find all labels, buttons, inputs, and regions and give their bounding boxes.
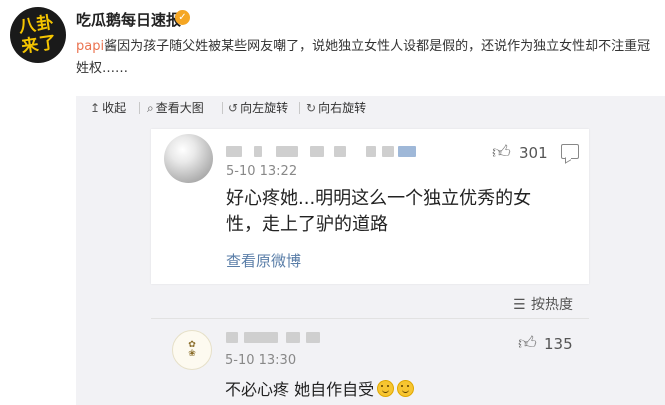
blurred-username [366,146,376,157]
blurred-username [306,332,320,343]
toolbar-divider [222,102,223,114]
divider [151,318,589,319]
toolbar-divider [299,102,300,114]
rotate-left-button[interactable]: ↺ 向左旋转 [228,96,288,120]
blurred-username [226,332,238,343]
commenter-avatar[interactable]: ✿ ❀ [172,330,212,370]
sort-icon: ☰ [513,297,526,313]
search-icon: ⌕ [147,101,154,115]
view-large-button[interactable]: ⌕ 查看大图 [147,96,204,120]
like-count: 301 [519,144,548,162]
comment-time: 5-10 13:22 [226,164,298,179]
blurred-username [310,146,324,157]
rotate-right-button[interactable]: ↻ 向右旋转 [306,96,366,120]
rotate-right-label: 向右旋转 [318,101,367,115]
thumbs-up-icon[interactable]: 👍︎ [492,141,511,163]
comment-text: 好心疼她...明明这么一个独立优秀的女性，走上了驴的道路 [226,188,532,235]
view-original-link[interactable]: 查看原微博 [226,250,301,271]
commenter-avatar[interactable] [164,134,213,183]
view-large-label: 查看大图 [155,101,204,115]
verified-icon: ✓ [175,10,190,25]
blurred-username [226,146,242,157]
collapse-label: 收起 [102,101,127,115]
sort-by-hot-button[interactable]: ☰ 按热度 [513,294,573,314]
mention-link[interactable]: papi [76,39,104,54]
blurred-username [244,332,278,343]
collapse-icon: ↥ [90,101,101,115]
like-count: 135 [544,335,573,353]
author-avatar[interactable]: 八卦来了 [10,7,66,63]
rotate-right-icon: ↻ [306,101,317,115]
rotate-left-icon: ↺ [228,101,239,115]
avatar-text: 八卦来了 [17,12,59,58]
avatar-logo-icon: ✿ ❀ [188,340,196,359]
member-badge-icon [398,146,416,157]
rotate-left-label: 向左旋转 [240,101,289,115]
blurred-username [286,332,300,343]
laugh-emoji-icon [397,380,415,397]
comment-text: 不必心疼 她自作自受 [225,376,415,400]
sort-label: 按热度 [531,297,573,313]
blurred-username [276,146,298,157]
comment-time: 5-10 13:30 [225,353,297,368]
collapse-button[interactable]: ↥ 收起 [90,96,126,120]
thumbs-up-icon[interactable]: 👍︎ [518,332,537,354]
post-text: papi酱因为孩子随父姓被某些网友嘲了，说她独立女性人设都是假的，还说作为独立女… [76,36,661,80]
toolbar-divider [139,102,140,114]
post-body: 酱因为孩子随父姓被某些网友嘲了，说她独立女性人设都是假的，还说作为独立女性却不注… [76,39,651,76]
laugh-emoji-icon [377,380,395,397]
blurred-username [334,146,346,157]
reply-icon[interactable] [561,144,579,159]
comment-body: 不必心疼 她自作自受 [225,380,375,399]
blurred-username [254,146,262,157]
author-name[interactable]: 吃瓜鹅每日速报 [76,9,181,30]
blurred-username [382,146,394,157]
